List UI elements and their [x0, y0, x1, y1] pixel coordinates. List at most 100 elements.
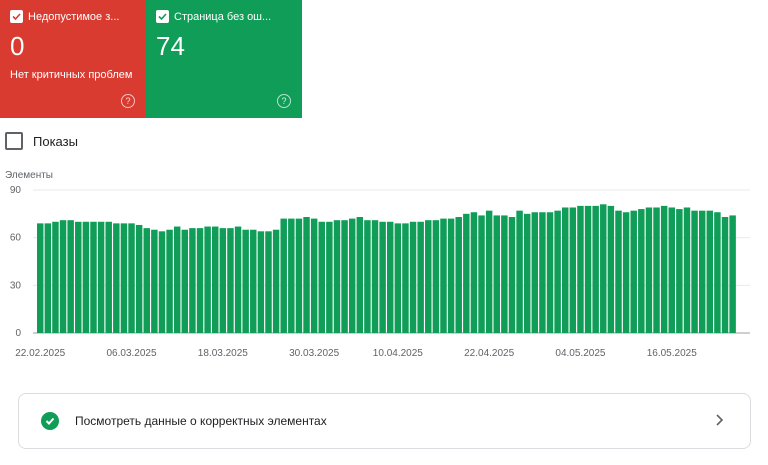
- impressions-toggle[interactable]: Показы: [5, 132, 78, 150]
- bar[interactable]: [196, 228, 204, 333]
- bar[interactable]: [348, 218, 356, 333]
- bar[interactable]: [447, 218, 455, 333]
- bar[interactable]: [539, 212, 546, 333]
- bar[interactable]: [151, 229, 158, 333]
- bar[interactable]: [280, 218, 287, 333]
- bar[interactable]: [584, 205, 592, 333]
- bar[interactable]: [166, 229, 173, 333]
- bar[interactable]: [212, 226, 219, 333]
- bar[interactable]: [607, 205, 615, 333]
- bar[interactable]: [204, 226, 211, 333]
- bar[interactable]: [409, 221, 417, 333]
- bar[interactable]: [440, 218, 447, 333]
- bar[interactable]: [554, 210, 561, 333]
- bar[interactable]: [470, 212, 478, 333]
- bar[interactable]: [105, 221, 112, 333]
- bar[interactable]: [402, 223, 409, 333]
- bar[interactable]: [387, 221, 394, 333]
- bar[interactable]: [272, 229, 280, 333]
- bar[interactable]: [158, 231, 166, 333]
- bar[interactable]: [569, 207, 577, 333]
- bar[interactable]: [683, 207, 691, 333]
- bar[interactable]: [432, 220, 440, 333]
- bar[interactable]: [698, 210, 706, 333]
- bar[interactable]: [691, 210, 698, 333]
- bar[interactable]: [653, 207, 660, 333]
- bar[interactable]: [371, 220, 379, 333]
- bar[interactable]: [75, 221, 82, 333]
- bar[interactable]: [615, 210, 622, 333]
- bar[interactable]: [113, 223, 120, 333]
- bar[interactable]: [295, 218, 303, 333]
- bar[interactable]: [288, 218, 295, 333]
- bar[interactable]: [128, 223, 135, 333]
- bar[interactable]: [630, 210, 637, 333]
- bar[interactable]: [90, 221, 97, 333]
- bar[interactable]: [250, 229, 257, 333]
- bar[interactable]: [523, 213, 531, 333]
- bar[interactable]: [577, 205, 584, 333]
- bar[interactable]: [562, 207, 569, 333]
- bar[interactable]: [721, 217, 729, 333]
- bar[interactable]: [592, 205, 599, 333]
- bar[interactable]: [417, 221, 424, 333]
- bar[interactable]: [660, 205, 668, 333]
- bar[interactable]: [234, 226, 242, 333]
- bar[interactable]: [493, 215, 500, 333]
- bar[interactable]: [714, 212, 721, 333]
- bar[interactable]: [364, 220, 371, 333]
- view-valid-items-button[interactable]: Посмотреть данные о корректных элементах: [18, 393, 751, 449]
- bar[interactable]: [265, 231, 272, 333]
- bar[interactable]: [219, 228, 227, 333]
- bar[interactable]: [455, 217, 462, 333]
- bar[interactable]: [394, 223, 402, 333]
- help-icon[interactable]: ?: [277, 94, 291, 108]
- bar[interactable]: [120, 223, 128, 333]
- bar[interactable]: [318, 221, 325, 333]
- bar[interactable]: [303, 217, 310, 333]
- bar[interactable]: [44, 223, 52, 333]
- checkbox-checked-icon[interactable]: [156, 10, 169, 23]
- bar[interactable]: [638, 209, 645, 333]
- bar[interactable]: [676, 209, 683, 333]
- bar[interactable]: [516, 210, 523, 333]
- bar[interactable]: [622, 212, 630, 333]
- bar[interactable]: [82, 221, 90, 333]
- help-icon[interactable]: ?: [121, 94, 135, 108]
- bar[interactable]: [546, 212, 554, 333]
- bar[interactable]: [463, 213, 470, 333]
- bar[interactable]: [189, 228, 196, 333]
- bar[interactable]: [37, 223, 44, 333]
- bar[interactable]: [59, 220, 67, 333]
- bar[interactable]: [257, 231, 265, 333]
- bar[interactable]: [425, 220, 432, 333]
- bar[interactable]: [52, 221, 59, 333]
- checkbox-unchecked-icon[interactable]: [5, 132, 23, 150]
- bar[interactable]: [227, 228, 234, 333]
- bar[interactable]: [706, 210, 714, 333]
- bar[interactable]: [173, 226, 181, 333]
- bar[interactable]: [600, 204, 607, 333]
- bar[interactable]: [501, 215, 508, 333]
- bar[interactable]: [645, 207, 653, 333]
- bar[interactable]: [485, 210, 493, 333]
- bar[interactable]: [97, 221, 105, 333]
- bar[interactable]: [341, 220, 348, 333]
- bar[interactable]: [379, 221, 386, 333]
- bar[interactable]: [326, 221, 333, 333]
- bar[interactable]: [242, 229, 249, 333]
- bar[interactable]: [668, 207, 675, 333]
- bar[interactable]: [67, 220, 74, 333]
- bar[interactable]: [508, 217, 516, 333]
- bar[interactable]: [531, 212, 539, 333]
- bar[interactable]: [356, 217, 364, 333]
- bar[interactable]: [478, 215, 485, 333]
- bar[interactable]: [310, 218, 318, 333]
- checkbox-checked-icon[interactable]: [10, 10, 23, 23]
- invalid-items-card[interactable]: Недопустимое з... 0 Нет критичных пробле…: [0, 0, 146, 118]
- bar[interactable]: [729, 215, 736, 333]
- bar[interactable]: [135, 224, 143, 333]
- bar[interactable]: [143, 228, 150, 333]
- bar[interactable]: [181, 229, 189, 333]
- valid-items-card[interactable]: Страница без ош... 74 ?: [146, 0, 302, 118]
